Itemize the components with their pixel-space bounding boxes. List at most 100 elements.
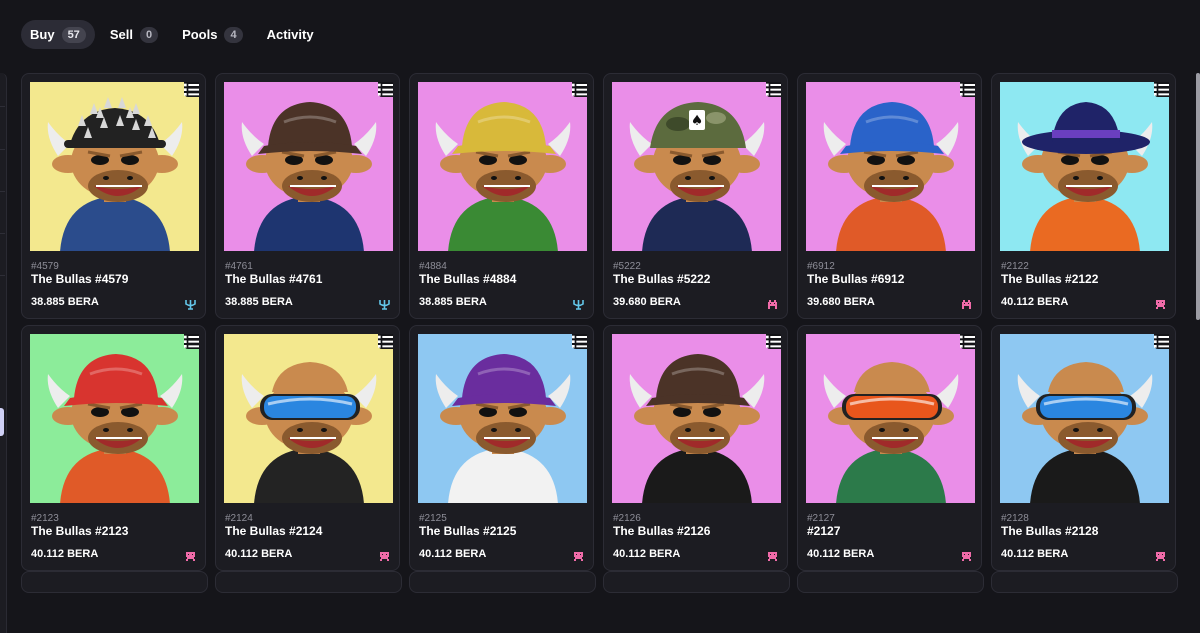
tab-label: Sell (109, 27, 133, 42)
nft-image[interactable] (30, 334, 199, 503)
nft-image[interactable] (418, 334, 587, 503)
nft-grid: #4579 The Bullas #4579 38.885 BERA #4761 The… (21, 73, 1176, 571)
token-price: 38.885 BERA (419, 296, 487, 308)
nft-card[interactable]: #2126 The Bullas #2126 40.112 BERA (603, 325, 788, 571)
nft-image[interactable] (612, 334, 781, 503)
nft-image[interactable] (1000, 82, 1169, 251)
nft-image[interactable] (806, 82, 975, 251)
trident-icon (379, 297, 390, 310)
tab-count: 0 (139, 26, 159, 43)
nft-card[interactable]: #2127 #2127 40.112 BERA (797, 325, 982, 571)
token-id: #4884 (419, 261, 447, 272)
nft-card[interactable]: #2123 The Bullas #2123 40.112 BERA (21, 325, 206, 571)
invader-icon (961, 297, 972, 309)
list-menu-icon[interactable] (1154, 82, 1169, 97)
token-price: 40.112 BERA (1001, 548, 1069, 560)
nft-card[interactable]: #4579 The Bullas #4579 38.885 BERA (21, 73, 206, 319)
nft-image[interactable] (30, 82, 199, 251)
token-price: 39.680 BERA (613, 296, 681, 308)
token-id: #2128 (1001, 513, 1029, 524)
nft-image[interactable] (806, 334, 975, 503)
pixel-icon (1155, 297, 1166, 309)
divider (0, 106, 5, 107)
list-menu-icon[interactable] (378, 334, 393, 349)
nft-card[interactable]: #2128 The Bullas #2128 40.112 BERA (991, 325, 1176, 571)
svg-text:♠: ♠ (691, 113, 704, 129)
nft-image[interactable] (1000, 334, 1169, 503)
token-price: 38.885 BERA (225, 296, 293, 308)
pixel-icon (573, 549, 584, 561)
sidebar-toggle[interactable] (0, 408, 4, 436)
token-name: The Bullas #4579 (31, 272, 129, 286)
scrollbar-thumb[interactable] (1196, 73, 1200, 320)
token-price: 40.112 BERA (613, 548, 681, 560)
trident-icon (185, 297, 196, 310)
list-menu-icon[interactable] (766, 82, 781, 97)
token-id: #2126 (613, 513, 641, 524)
tab-activity[interactable]: Activity (258, 20, 323, 49)
token-name: The Bullas #2124 (225, 524, 323, 538)
token-price: 39.680 BERA (807, 296, 875, 308)
pixel-icon (185, 549, 196, 561)
list-menu-icon[interactable] (960, 334, 975, 349)
tab-label: Pools (182, 27, 218, 42)
token-price: 40.112 BERA (807, 548, 875, 560)
token-price: 40.112 BERA (1001, 296, 1069, 308)
list-menu-icon[interactable] (378, 82, 393, 97)
divider (0, 191, 5, 192)
list-menu-icon[interactable] (572, 82, 587, 97)
token-id: #2123 (31, 513, 59, 524)
tab-count: 4 (224, 26, 243, 43)
filter-sidebar-edge[interactable] (0, 73, 7, 633)
nft-card[interactable]: ♠ #5222 The Bullas #5222 39.680 BERA (603, 73, 788, 319)
divider (0, 149, 5, 150)
pixel-icon (961, 549, 972, 561)
tab-count: 57 (61, 26, 86, 43)
divider (0, 275, 5, 276)
nft-card[interactable]: #2125 The Bullas #2125 40.112 BERA (409, 325, 594, 571)
pixel-icon (767, 549, 778, 561)
token-id: #2122 (1001, 261, 1029, 272)
pixel-icon (379, 549, 390, 561)
nft-card[interactable]: #6912 The Bullas #6912 39.680 BERA (797, 73, 982, 319)
nft-card[interactable]: #2124 The Bullas #2124 40.112 BERA (215, 325, 400, 571)
tab-label: Buy (30, 27, 55, 42)
nft-image[interactable] (418, 82, 587, 251)
list-menu-icon[interactable] (572, 334, 587, 349)
tab-label: Activity (266, 27, 314, 42)
token-name: The Bullas #4761 (225, 272, 323, 286)
token-price: 40.112 BERA (419, 548, 487, 560)
nft-card[interactable]: #2122 The Bullas #2122 40.112 BERA (991, 73, 1176, 319)
token-name: The Bullas #2123 (31, 524, 129, 538)
token-id: #5222 (613, 261, 641, 272)
token-price: 40.112 BERA (225, 548, 293, 560)
token-id: #2125 (419, 513, 447, 524)
nft-card[interactable]: #4761 The Bullas #4761 38.885 BERA (215, 73, 400, 319)
card-placeholder (215, 571, 402, 593)
nft-card[interactable]: #4884 The Bullas #4884 38.885 BERA (409, 73, 594, 319)
tab-pools[interactable]: Pools 4 (173, 20, 252, 49)
list-menu-icon[interactable] (184, 82, 199, 97)
token-id: #6912 (807, 261, 835, 272)
token-id: #4761 (225, 261, 253, 272)
nft-image[interactable] (224, 82, 393, 251)
list-menu-icon[interactable] (766, 334, 781, 349)
divider (0, 233, 5, 234)
token-price: 40.112 BERA (31, 548, 99, 560)
nft-image[interactable]: ♠ (612, 82, 781, 251)
pixel-icon (1155, 549, 1166, 561)
list-menu-icon[interactable] (184, 334, 199, 349)
list-menu-icon[interactable] (1154, 334, 1169, 349)
tab-buy[interactable]: Buy 57 (21, 20, 95, 49)
tab-sell[interactable]: Sell 0 (101, 20, 167, 49)
token-name: The Bullas #2125 (419, 524, 517, 538)
token-name: The Bullas #2128 (1001, 524, 1099, 538)
card-placeholder (603, 571, 790, 593)
list-menu-icon[interactable] (960, 82, 975, 97)
token-name: #2127 (807, 524, 841, 538)
token-price: 38.885 BERA (31, 296, 99, 308)
token-name: The Bullas #4884 (419, 272, 517, 286)
nft-image[interactable] (224, 334, 393, 503)
token-id: #2124 (225, 513, 253, 524)
token-id: #2127 (807, 513, 835, 524)
